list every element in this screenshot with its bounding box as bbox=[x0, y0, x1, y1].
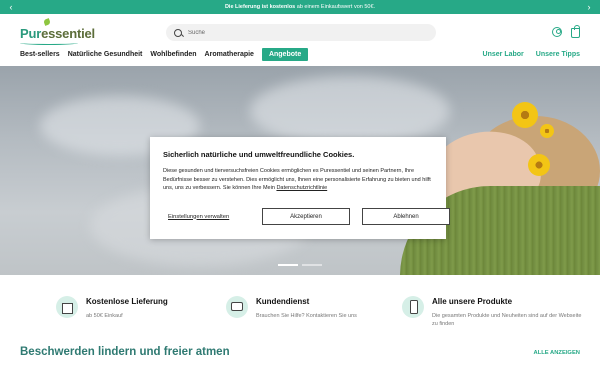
slider-dot-active[interactable] bbox=[278, 264, 298, 266]
logo-swoosh bbox=[20, 41, 78, 45]
section-title: Beschwerden lindern und freier atmen bbox=[20, 346, 230, 358]
nav-link-unser-labor[interactable]: Unser Labor bbox=[483, 51, 524, 58]
feature-customer-service: Kundendienst Brauchen Sie Hilfe? Kontakt… bbox=[226, 287, 406, 320]
feature-free-delivery: Kostenlose Lieferung ab 50€ Einkauf bbox=[56, 287, 236, 320]
nav-categories: Best-sellers Natürliche Gesundheit Wohlb… bbox=[20, 46, 309, 62]
reject-button[interactable]: Ablehnen bbox=[362, 208, 450, 225]
hero-slider-dots bbox=[278, 264, 322, 266]
chevron-left-icon[interactable]: ‹ bbox=[4, 0, 18, 14]
hero-cloud bbox=[250, 76, 450, 146]
main-nav: Best-sellers Natürliche Gesundheit Wohlb… bbox=[0, 46, 600, 62]
cookie-dialog: Sicherlich natürliche und umweltfreundli… bbox=[150, 137, 450, 239]
cookie-actions: Einstellungen verwalten Akzeptieren Able… bbox=[168, 208, 450, 225]
nav-item-best-sellers[interactable]: Best-sellers bbox=[20, 51, 60, 58]
nav-link-unsere-tipps[interactable]: Unsere Tipps bbox=[536, 51, 580, 58]
flower-icon bbox=[528, 154, 550, 176]
flower-icon bbox=[540, 124, 554, 138]
search-bar[interactable] bbox=[166, 24, 436, 41]
promo-bar: ‹ Die Lieferung ist kostenlos ab einem E… bbox=[0, 0, 600, 14]
cookie-body: Diese gesunden und tierversuchsfreien Co… bbox=[163, 167, 435, 193]
chat-icon bbox=[226, 296, 248, 318]
logo-text-rest: essentiel bbox=[41, 25, 95, 41]
feature-title: Alle unsere Produkte bbox=[432, 297, 513, 306]
site-header: Puressentiel bbox=[0, 14, 600, 50]
nav-secondary: Unser Labor Unsere Tipps bbox=[483, 46, 580, 62]
feature-subtitle: ab 50€ Einkauf bbox=[86, 313, 123, 319]
feature-subtitle: Die gesamten Produkte und Neuheiten sind… bbox=[432, 313, 582, 327]
promo-text-bold: Die Lieferung ist kostenlos bbox=[224, 4, 296, 10]
feature-title: Kundendienst bbox=[256, 297, 310, 306]
phone-icon bbox=[402, 296, 424, 318]
user-icon[interactable] bbox=[552, 27, 562, 37]
header-icons bbox=[552, 25, 580, 38]
promo-text-rest: ab einem Einkaufswert von 50€. bbox=[295, 4, 376, 10]
logo[interactable]: Puressentiel bbox=[20, 18, 95, 45]
nav-item-wohlbefinden[interactable]: Wohlbefinden bbox=[150, 51, 196, 58]
logo-text: Puressentiel bbox=[20, 26, 95, 41]
promo-text: Die Lieferung ist kostenlos ab einem Ein… bbox=[225, 4, 375, 10]
feature-subtitle: Brauchen Sie Hilfe? Kontaktieren Sie uns bbox=[256, 313, 357, 319]
shopping-bag-icon bbox=[56, 296, 78, 318]
flower-icon bbox=[512, 102, 538, 128]
see-all-link[interactable]: ALLE ANZEIGEN bbox=[534, 350, 580, 356]
cookie-title: Sicherlich natürliche und umweltfreundli… bbox=[163, 150, 355, 159]
privacy-policy-link[interactable]: Datenschutzrichtlinie bbox=[276, 185, 327, 191]
logo-text-first: Pur bbox=[20, 25, 42, 41]
search-input[interactable] bbox=[188, 29, 428, 36]
shopping-bag-icon[interactable] bbox=[571, 25, 580, 38]
features-row: Kostenlose Lieferung ab 50€ Einkauf Kund… bbox=[0, 287, 600, 337]
feature-title: Kostenlose Lieferung bbox=[86, 297, 168, 306]
manage-settings-link[interactable]: Einstellungen verwalten bbox=[168, 214, 250, 220]
chevron-right-icon[interactable]: › bbox=[582, 0, 596, 14]
nav-item-angebote[interactable]: Angebote bbox=[261, 47, 309, 61]
search-icon bbox=[174, 28, 182, 37]
accept-button[interactable]: Akzeptieren bbox=[262, 208, 350, 225]
slider-dot[interactable] bbox=[302, 264, 322, 266]
feature-all-products: Alle unsere Produkte Die gesamten Produk… bbox=[402, 287, 582, 328]
nav-item-natuerliche-gesundheit[interactable]: Natürliche Gesundheit bbox=[68, 51, 143, 58]
nav-item-aromatherapie[interactable]: Aromatherapie bbox=[205, 51, 254, 58]
